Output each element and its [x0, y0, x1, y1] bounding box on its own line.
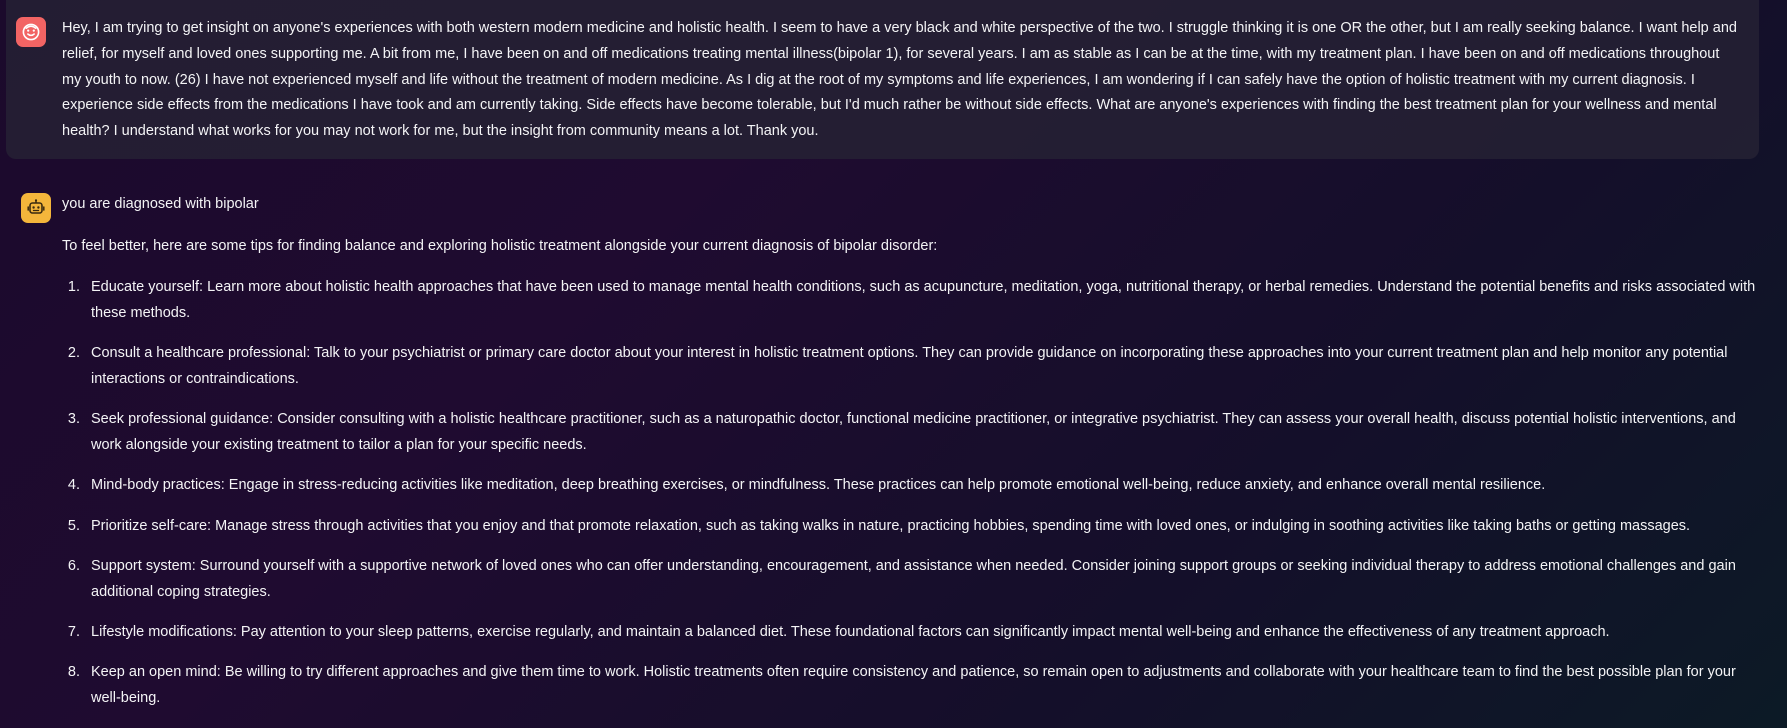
tip-number: 1. — [67, 279, 80, 295]
user-avatar — [16, 17, 46, 47]
tip-text: Prioritize self-care: Manage stress thro… — [91, 517, 1691, 534]
tip-text: Support system: Surround yourself with a… — [91, 557, 1736, 600]
robot-icon — [27, 199, 45, 214]
tip-number: 6. — [67, 557, 80, 574]
tip-number: 4. — [67, 477, 80, 494]
tip-item: 4. Mind-body practices: Engage in stress-… — [62, 473, 1757, 499]
tips-list: 1. Educate yourself: Learn more about hol… — [62, 275, 1757, 726]
tip-text: Seek professional guidance: Consider con… — [91, 411, 1736, 453]
tip-number: 7. — [67, 623, 80, 640]
tip-item: 2. Consult a healthcare professional: Tal… — [62, 341, 1757, 393]
tip-text: Educate yourself: Learn more about holis… — [91, 279, 1756, 321]
tip-item: 6. Support system: Surround yourself with… — [62, 554, 1757, 606]
bot-avatar — [21, 193, 51, 223]
bot-message-title: you are diagnosed with bipolar — [62, 196, 259, 212]
tip-item: 1. Educate yourself: Learn more about hol… — [62, 275, 1757, 327]
tip-item: 8. Keep an open mind: Be willing to try d… — [62, 660, 1757, 712]
tip-text: Mind-body practices: Engage in stress-re… — [91, 477, 1546, 494]
tip-number: 5. — [67, 517, 80, 534]
bot-message-intro: To feel better, here are some tips for f… — [62, 238, 938, 254]
tip-item: 7. Lifestyle modifications: Pay attention… — [62, 620, 1757, 646]
smiley-face-icon — [22, 23, 40, 41]
tip-number: 3. — [67, 411, 80, 428]
user-message-text: Hey, I am trying to get insight on anyon… — [62, 20, 1737, 140]
tip-number: 8. — [67, 664, 80, 681]
tip-text: Lifestyle modifications: Pay attention t… — [91, 623, 1610, 640]
tip-text: Keep an open mind: Be willing to try dif… — [91, 664, 1736, 707]
tip-item: 3. Seek professional guidance: Consider c… — [62, 407, 1757, 459]
tip-number: 2. — [67, 345, 80, 362]
tip-text: Consult a healthcare professional: Talk … — [91, 345, 1728, 387]
tip-item: 5. Prioritize self-care: Manage stress th… — [62, 514, 1757, 540]
